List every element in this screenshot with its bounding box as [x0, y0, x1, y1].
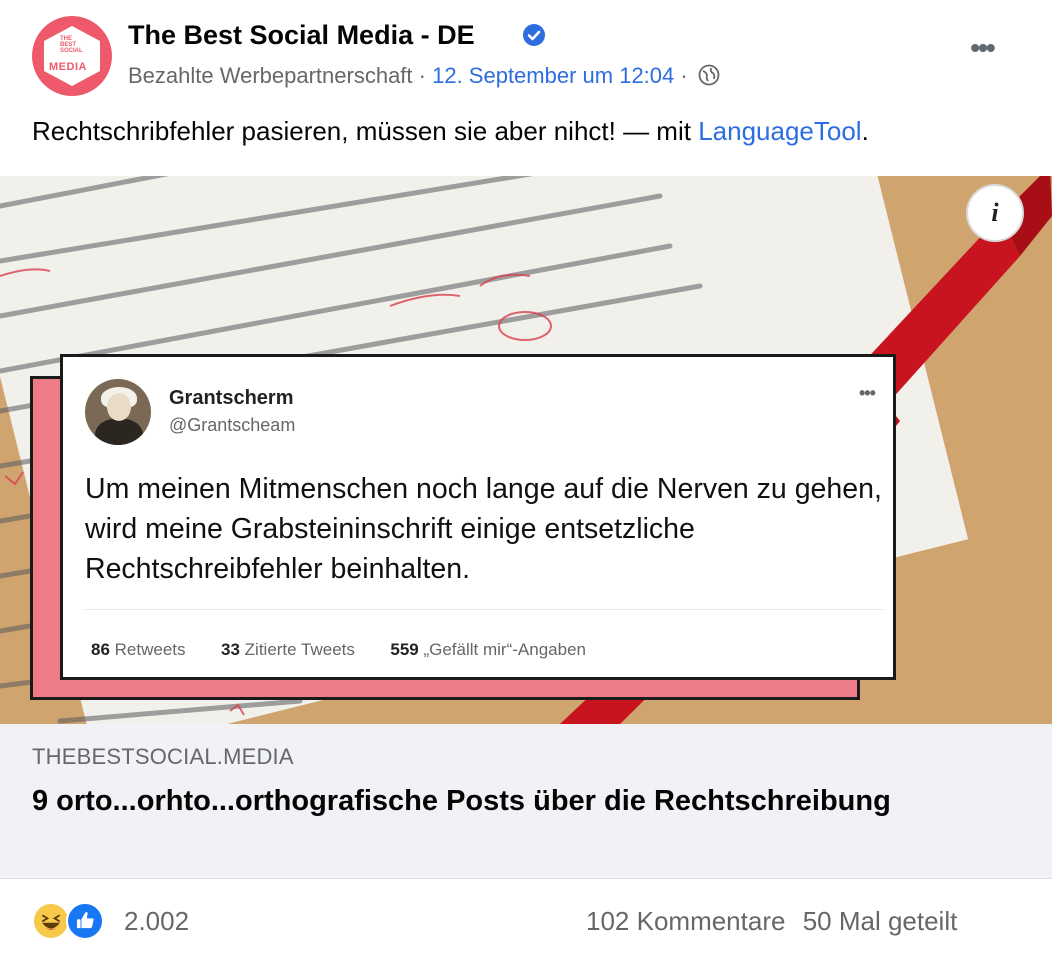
shares-count[interactable]: 50 Mal geteilt	[803, 906, 958, 936]
post-footer: 2.002 102 Kommentare 50 Mal geteilt	[0, 880, 1052, 954]
link-preview[interactable]: THEBESTSOCIAL.MEDIA 9 orto...orhto...ort…	[0, 724, 1052, 879]
engagement-stats: 102 Kommentare 50 Mal geteilt	[586, 906, 957, 937]
meta-separator: ·	[418, 63, 426, 88]
haha-reaction-icon[interactable]	[32, 902, 70, 940]
avatar-logo-label: MEDIA	[49, 61, 87, 73]
post-text-end: .	[861, 116, 869, 146]
info-icon[interactable]: i	[966, 184, 1024, 242]
comments-count[interactable]: 102 Kommentare	[586, 906, 785, 936]
like-reaction-icon[interactable]	[66, 902, 104, 940]
tweet-card: Grantscherm @Grantscheam ••• Um meinen M…	[60, 354, 896, 680]
page-name[interactable]: The Best Social Media - DE	[128, 20, 475, 51]
retweets-label: Retweets	[114, 640, 186, 659]
tweet-body: Um meinen Mitmenschen noch lange auf die…	[85, 473, 882, 585]
link-title[interactable]: 9 orto...orhto...orthografische Posts üb…	[32, 782, 932, 820]
meta-separator-2: ·	[680, 63, 688, 88]
tweet-avatar	[85, 379, 151, 445]
tagged-page-link[interactable]: LanguageTool	[698, 116, 861, 146]
page-avatar[interactable]: THE BEST SOCIAL MEDIA	[32, 16, 112, 96]
quotes-label: Zitierte Tweets	[244, 640, 355, 659]
verified-badge-icon	[523, 24, 545, 46]
avatar-logo-mini-text: THE BEST SOCIAL	[60, 36, 83, 54]
avatar-figure-face	[107, 393, 131, 421]
tweet-divider	[85, 609, 883, 610]
link-domain: THEBESTSOCIAL.MEDIA	[32, 744, 294, 769]
likes-count: 559	[390, 640, 419, 659]
tweet-author-handle: @Grantscheam	[169, 415, 296, 435]
avatar-figure-body	[95, 419, 143, 445]
post-image[interactable]: i Grantscherm @Grantscheam ••• Um meinen…	[0, 176, 1052, 724]
post-date[interactable]: 12. September um 12:04	[432, 63, 674, 88]
post-text-main: Rechtschribfehler pasieren, müssen sie a…	[32, 116, 699, 146]
tweet-more-icon: •••	[859, 383, 876, 403]
likes-label: „Gefällt mir“-Angaben	[423, 640, 586, 659]
quotes-count: 33	[221, 640, 240, 659]
more-options-icon[interactable]: •••	[962, 34, 1002, 66]
post-text: Rechtschribfehler pasieren, müssen sie a…	[32, 116, 869, 147]
tweet-stats: 86 Retweets 33 Zitierte Tweets 559 „Gefä…	[91, 640, 586, 660]
paid-partnership-label[interactable]: Bezahlte Werbepartnerschaft	[128, 63, 413, 88]
globe-icon[interactable]	[698, 64, 720, 86]
tweet-author-name: Grantscherm	[169, 387, 294, 409]
post-header: THE BEST SOCIAL MEDIA The Best Social Me…	[0, 0, 1052, 110]
retweets-count: 86	[91, 640, 110, 659]
avatar-logo-hex	[44, 26, 100, 86]
reaction-count[interactable]: 2.002	[124, 906, 189, 937]
post-meta: Bezahlte Werbepartnerschaft · 12. Septem…	[128, 63, 720, 89]
